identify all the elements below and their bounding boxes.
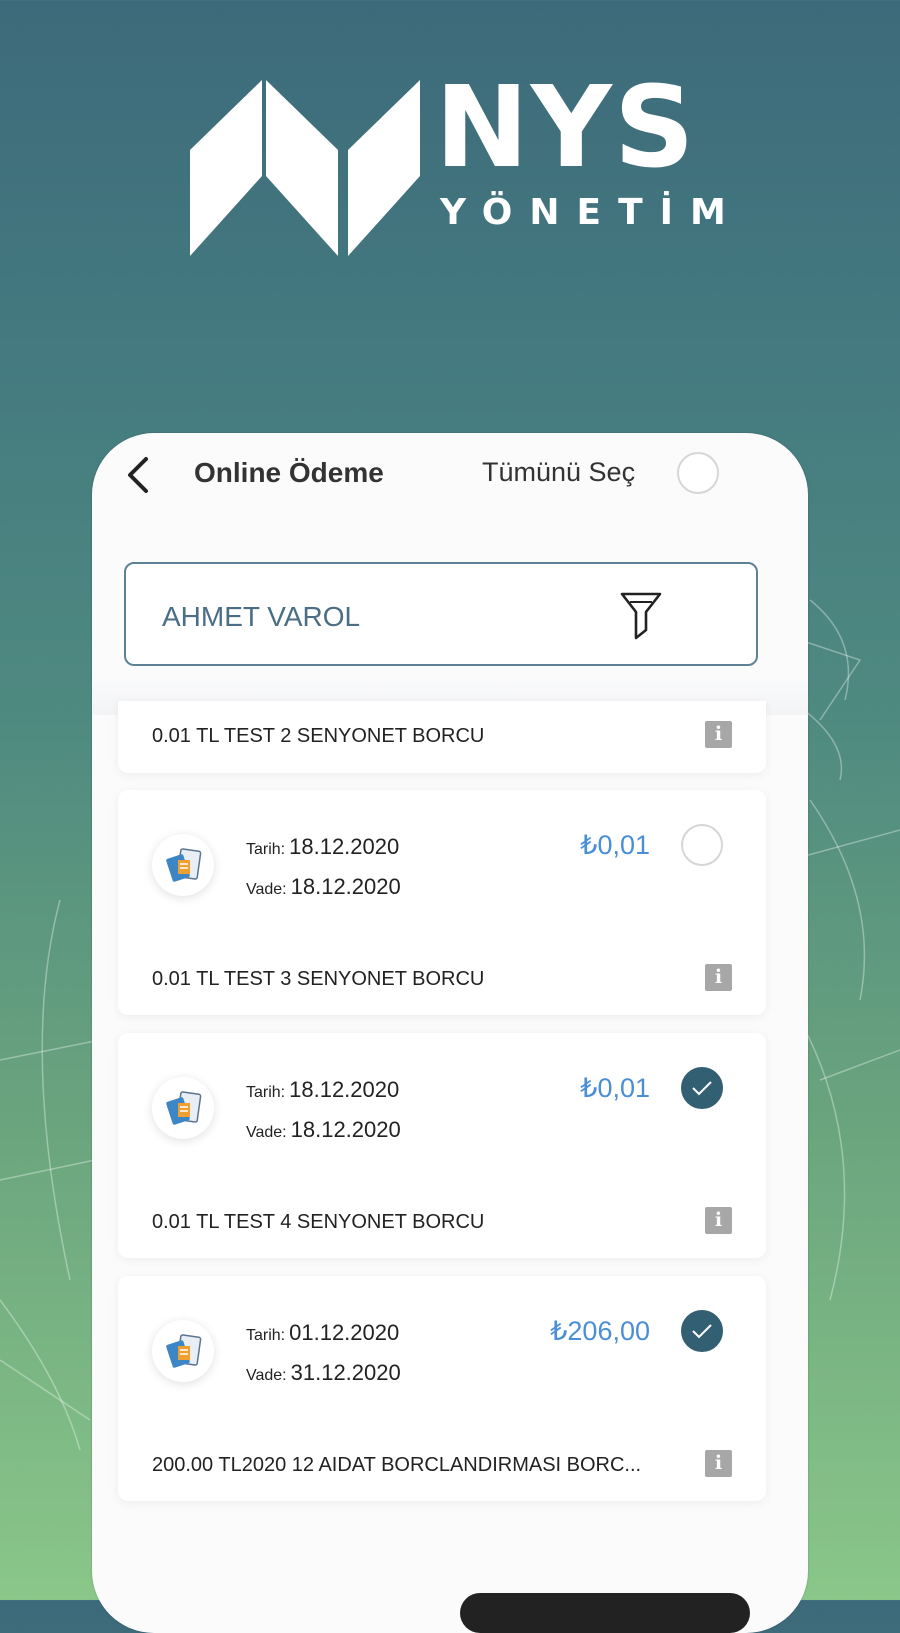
page-title: Online Ödeme [194,457,384,488]
filter-icon[interactable] [620,590,662,642]
app-header: Online Ödeme Tümünü Seç [92,433,808,523]
bottom-action-bar[interactable] [460,1593,750,1633]
chevron-left-icon[interactable] [120,453,160,497]
debt-date: Tarih: 18.12.2020 [246,834,400,859]
search-field[interactable]: AHMET VAROL [124,562,758,666]
debt-description: 0.01 TL TEST 3 SENYONET BORCU [152,968,485,990]
info-icon[interactable]: i [705,721,732,748]
check-icon [692,1081,712,1096]
debt-due-date: Vade: 18.12.2020 [246,874,401,899]
select-all-checkbox[interactable] [677,452,719,494]
debt-checkbox[interactable] [681,1310,723,1352]
debt-card[interactable]: 0.01 TL TEST 2 SENYONET BORCU i [118,701,766,773]
invoice-icon [152,834,214,896]
info-icon[interactable]: i [705,1207,732,1234]
debt-due-date: Vade: 31.12.2020 [246,1360,401,1385]
logo-title: NYS [435,63,697,193]
logo-mark-icon [190,80,420,256]
debt-amount: ₺0,01 [580,1073,650,1103]
debt-date: Tarih: 18.12.2020 [246,1077,400,1102]
nys-logo: NYS YÖNETİM [190,72,726,260]
debt-card[interactable]: Tarih: 01.12.2020 Vade: 31.12.2020 ₺206,00… [118,1276,766,1501]
logo-subtitle: YÖNETİM [440,192,743,233]
info-icon[interactable]: i [705,1450,732,1477]
debt-card[interactable]: Tarih: 18.12.2020 Vade: 18.12.2020 ₺0,01 0… [118,790,766,1015]
search-value: AHMET VAROL [162,601,361,632]
debt-description: 200.00 TL2020 12 AIDAT BORCLANDIRMASI BO… [152,1454,642,1476]
debt-checkbox[interactable] [681,1067,723,1109]
select-all-label[interactable]: Tümünü Seç [482,457,635,488]
invoice-icon [152,1320,214,1382]
debt-due-date: Vade: 18.12.2020 [246,1117,401,1142]
debt-amount: ₺0,01 [580,830,650,860]
debt-description: 0.01 TL TEST 4 SENYONET BORCU [152,1211,485,1233]
debt-card[interactable]: Tarih: 18.12.2020 Vade: 18.12.2020 ₺0,01 0… [118,1033,766,1258]
debt-checkbox[interactable] [681,824,723,866]
phone-screen: Online Ödeme Tümünü Seç AHMET VAROL 0.01… [92,433,808,1633]
check-icon [692,1324,712,1339]
debt-amount: ₺206,00 [550,1316,650,1346]
debt-description: 0.01 TL TEST 2 SENYONET BORCU [152,725,485,747]
info-icon[interactable]: i [705,964,732,991]
debt-date: Tarih: 01.12.2020 [246,1320,400,1345]
invoice-icon [152,1077,214,1139]
